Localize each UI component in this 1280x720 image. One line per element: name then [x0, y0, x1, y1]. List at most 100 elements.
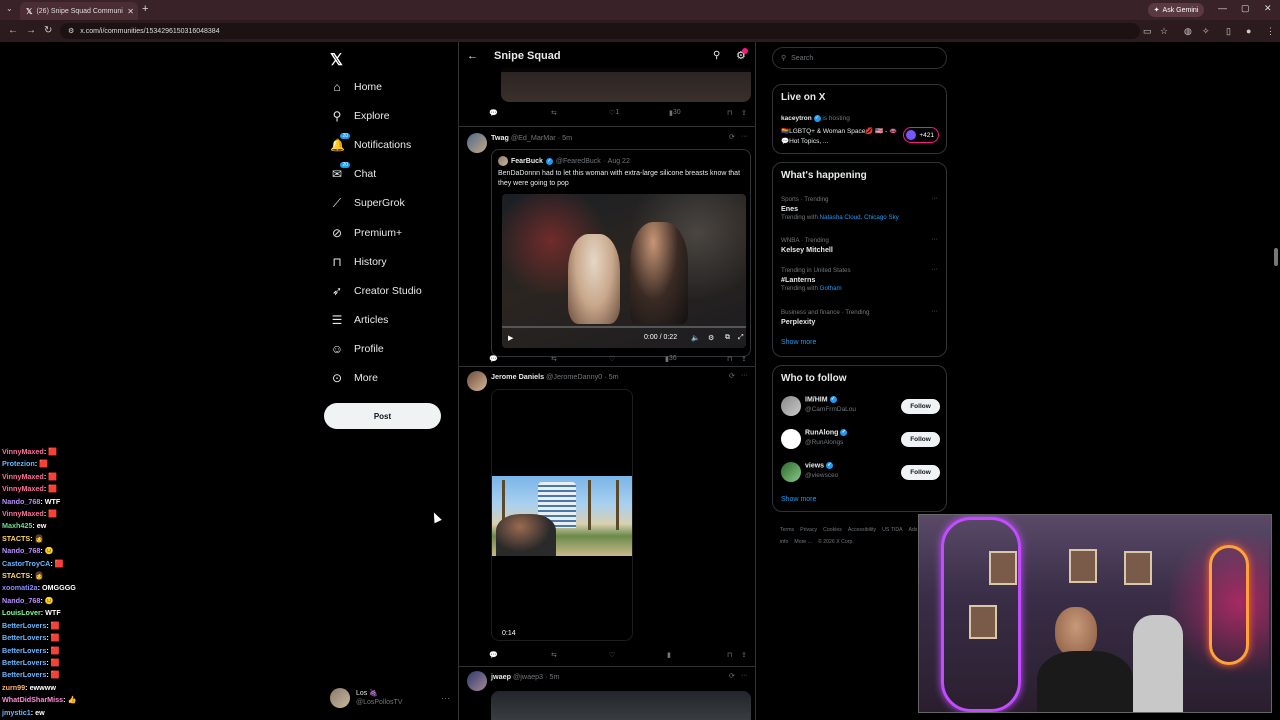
- install-icon[interactable]: ▭: [1143, 26, 1152, 37]
- more-dots-icon[interactable]: ···: [931, 266, 938, 273]
- scrollbar-thumb[interactable]: [1274, 248, 1278, 266]
- more-dots-icon[interactable]: ···: [931, 236, 938, 243]
- footer-link[interactable]: Accessibility: [848, 527, 876, 533]
- views-button[interactable]: ▮ 36: [665, 355, 677, 363]
- video-player[interactable]: ▶ 0:00 / 0:22 🔈 ⚙ ⧉ ⤢: [502, 194, 746, 348]
- sidebar-item-explore[interactable]: ⚲ Explore: [330, 106, 390, 126]
- share-icon[interactable]: ⇪: [741, 355, 747, 363]
- previous-post-media[interactable]: [501, 68, 751, 102]
- tab-close-icon[interactable]: ✕: [127, 7, 138, 16]
- like-icon[interactable]: ♡: [609, 355, 615, 363]
- avatar[interactable]: [781, 429, 801, 449]
- pip-icon[interactable]: ⧉: [725, 334, 730, 342]
- sidebar-item-home[interactable]: ⌂ Home: [330, 77, 382, 97]
- more-dots-icon[interactable]: ···: [931, 195, 938, 202]
- sidebar-item-notifications[interactable]: 🔔 20 Notifications: [330, 133, 411, 155]
- more-dots-icon[interactable]: ···: [741, 133, 748, 140]
- trend-item[interactable]: Business and finance · Trending Perplexit…: [781, 308, 941, 326]
- post-author-name[interactable]: Twag: [491, 133, 509, 142]
- forward-icon[interactable]: →: [26, 25, 36, 36]
- sidebar-item-premium[interactable]: ⊘ Premium+: [330, 223, 402, 243]
- show-more-follow-link[interactable]: Show more: [781, 496, 816, 503]
- back-arrow-icon[interactable]: ←: [467, 50, 478, 62]
- bookmark-star-icon[interactable]: ☆: [1160, 26, 1168, 37]
- footer-link[interactable]: Terms: [780, 527, 794, 533]
- browser-tab[interactable]: 𝕏 (26) Snipe Squad Communi ✕: [20, 2, 138, 20]
- follow-button[interactable]: Follow: [901, 399, 940, 414]
- avatar[interactable]: [781, 396, 801, 416]
- address-bar[interactable]: ⚙ x.com/i/communities/153429615031604838…: [60, 23, 1140, 39]
- share-icon[interactable]: ⇪: [741, 109, 747, 117]
- footer-link[interactable]: Privacy: [800, 527, 817, 533]
- post-item[interactable]: Twag @Ed_MarMar · 5m ⟳ ··· FearBuck ✓ @F…: [459, 126, 755, 366]
- repost-icon[interactable]: ⇆: [551, 109, 557, 117]
- footer-link[interactable]: © 2026 X Corp.: [818, 539, 854, 545]
- grok-icon[interactable]: ⟳: [729, 672, 735, 680]
- live-space-title[interactable]: 🏳️‍🌈LGBTQ+ & Woman Space💋 🇺🇸 - 👄💬Hot Top…: [781, 127, 901, 147]
- like-button[interactable]: ♡ 1: [609, 109, 619, 117]
- fullscreen-icon[interactable]: ⤢: [738, 334, 744, 342]
- video-progress-bar[interactable]: [502, 326, 746, 328]
- trend-item[interactable]: WNBA · Trending Kelsey Mitchell: [781, 236, 941, 254]
- follow-suggestion[interactable]: IM/HIM ✓ @CamFrmDaLou Follow: [781, 394, 941, 418]
- video-settings-icon[interactable]: ⚙: [708, 334, 714, 342]
- avatar[interactable]: [467, 671, 487, 691]
- video-player[interactable]: 0:14: [491, 389, 633, 641]
- follow-button[interactable]: Follow: [901, 465, 940, 480]
- search-icon[interactable]: ⚲: [713, 50, 720, 61]
- menu-kebab-icon[interactable]: ⋮: [1266, 26, 1275, 37]
- play-icon[interactable]: ▶: [508, 334, 513, 342]
- share-icon[interactable]: ⇪: [741, 651, 747, 659]
- search-input[interactable]: ⚲ Search: [772, 47, 947, 69]
- live-listeners-pill[interactable]: +421: [903, 127, 939, 143]
- trend-related-links[interactable]: Gotham: [820, 285, 842, 292]
- post-author-name[interactable]: Jerome Daniels: [491, 372, 544, 381]
- bookmark-icon[interactable]: ⊓: [727, 651, 732, 659]
- maximize-icon[interactable]: ▢: [1241, 3, 1250, 14]
- sidebar-item-supergrok[interactable]: ⟋ SuperGrok: [330, 193, 405, 213]
- like-icon[interactable]: ♡: [609, 651, 615, 659]
- avatar[interactable]: [781, 462, 801, 482]
- extension-icon[interactable]: ◍: [1184, 26, 1192, 37]
- show-more-trends-link[interactable]: Show more: [781, 339, 816, 346]
- reply-icon[interactable]: 💬: [489, 651, 498, 659]
- new-tab-icon[interactable]: +: [142, 3, 148, 15]
- sidebar-item-chat[interactable]: ✉ 20 Chat: [330, 162, 376, 184]
- sidebar-item-more[interactable]: ⊙ More: [330, 368, 378, 388]
- sidebar-item-articles[interactable]: ☰ Articles: [330, 310, 389, 330]
- window-close-icon[interactable]: ✕: [1264, 3, 1272, 14]
- footer-link[interactable]: Cookies: [823, 527, 842, 533]
- sidebar-item-profile[interactable]: ☺ Profile: [330, 339, 384, 359]
- repost-icon[interactable]: ⇆: [551, 355, 557, 363]
- reply-icon[interactable]: 💬: [489, 355, 498, 363]
- more-dots-icon[interactable]: ···: [931, 308, 938, 315]
- mute-icon[interactable]: 🔈: [691, 334, 700, 342]
- repost-icon[interactable]: ⇆: [551, 651, 557, 659]
- footer-link[interactable]: US TIDA: [882, 527, 902, 533]
- post-author-handle[interactable]: @jwaep3: [513, 672, 543, 681]
- sidebar-item-history[interactable]: ⊓ History: [330, 252, 386, 272]
- post-author-name[interactable]: jwaep: [491, 672, 511, 681]
- post-media[interactable]: [491, 691, 751, 720]
- footer-link[interactable]: More ...: [794, 539, 812, 545]
- back-icon[interactable]: ←: [8, 25, 18, 36]
- more-dots-icon[interactable]: ···: [441, 693, 450, 703]
- sidebar-icon[interactable]: ▯: [1226, 26, 1231, 37]
- account-switcher[interactable]: Los 🍇 @LosPollosTV ···: [330, 686, 450, 710]
- follow-suggestion[interactable]: views ✓ @viewsceo Follow: [781, 460, 941, 484]
- quoted-post[interactable]: FearBuck ✓ @FearedBuck · Aug 22 BenDaDon…: [491, 149, 751, 357]
- reload-icon[interactable]: ↻: [44, 25, 52, 36]
- trend-item[interactable]: Sports · Trending Enes Trending with Natas…: [781, 195, 941, 222]
- follow-button[interactable]: Follow: [901, 432, 940, 447]
- avatar[interactable]: [467, 133, 487, 153]
- post-author-handle[interactable]: @Ed_MarMar: [511, 133, 556, 142]
- post-author-handle[interactable]: @JeromeDanny0: [546, 372, 602, 381]
- avatar[interactable]: [467, 371, 487, 391]
- trend-item[interactable]: Trending in United States #Lanterns Trendi…: [781, 266, 941, 293]
- trend-related-links[interactable]: Natasha Cloud, Chicago Sky: [820, 214, 899, 221]
- extensions-puzzle-icon[interactable]: ✧: [1202, 26, 1210, 37]
- page-scrollbar[interactable]: [1272, 42, 1280, 720]
- more-dots-icon[interactable]: ···: [741, 672, 748, 679]
- views-button[interactable]: ▮ 30: [669, 109, 681, 117]
- grok-icon[interactable]: ⟳: [729, 372, 735, 380]
